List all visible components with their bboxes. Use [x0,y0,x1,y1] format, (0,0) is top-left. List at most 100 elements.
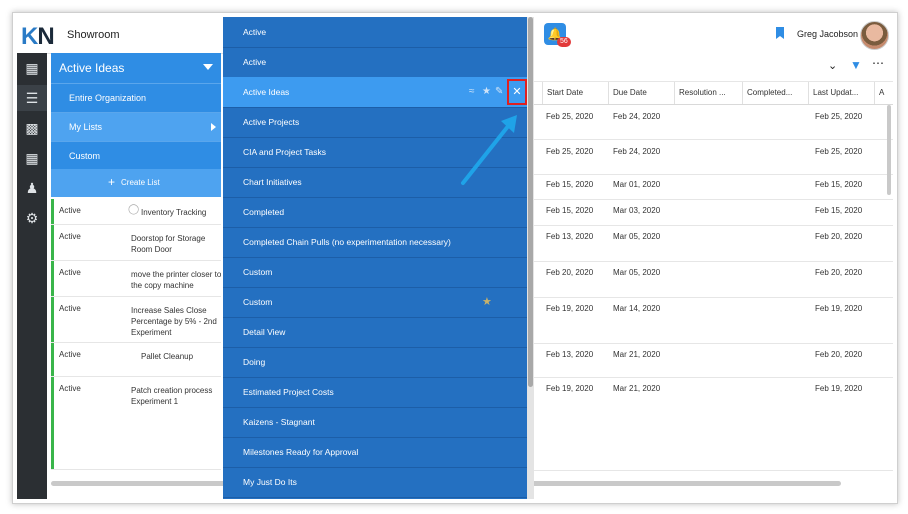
vertical-scrollbar[interactable] [887,105,891,195]
favorite-star-icon[interactable]: ★ [482,295,492,308]
list-selector-panel: Active Ideas Entire Organization My List… [51,53,221,199]
dropdown-item[interactable]: Doing [223,347,527,378]
row-title[interactable]: Doorstop for Storage Room Door [131,233,223,255]
status-bar [51,343,54,376]
dropdown-item[interactable]: Detail View [223,317,527,348]
dropdown-item[interactable]: Active [223,17,527,48]
table-row[interactable]: Active Patch creation process Experiment … [51,377,221,470]
list-selector-header[interactable]: Active Ideas [51,53,221,83]
row-title[interactable]: Increase Sales Close Percentage by 5% - … [131,305,223,338]
status-bar [51,199,54,224]
table-row[interactable]: Active ◯ Inventory Tracking [51,199,221,225]
cell-start-date: Feb 20, 2020 [546,268,594,277]
cell-due-date: Mar 05, 2020 [613,232,661,241]
column-header-a[interactable]: A [874,82,893,104]
status-bar [51,261,54,296]
table-row[interactable]: Feb 20, 2020 Mar 05, 2020 Feb 20, 2020 [532,262,893,298]
table-row[interactable]: Feb 19, 2020 Mar 14, 2020 Feb 19, 2020 [532,298,893,344]
dropdown-item[interactable]: Milestones Ready for Approval [223,437,527,468]
cell-start-date: Feb 15, 2020 [546,206,594,215]
column-header-last-updated[interactable]: Last Updat... [808,82,873,104]
row-status: Active [59,350,81,359]
row-status: Active [59,268,81,277]
cell-due-date: Mar 21, 2020 [613,384,661,393]
cell-last-updated: Feb 20, 2020 [815,232,863,241]
table-row[interactable]: Active Doorstop for Storage Room Door [51,225,221,261]
table-row[interactable]: Active Increase Sales Close Percentage by… [51,297,221,343]
chevron-down-icon[interactable]: ⌄ [828,59,837,72]
table-row[interactable]: Feb 15, 2020 Mar 01, 2020 Feb 15, 2020 [532,175,893,200]
dropdown-item[interactable]: Completed [223,197,527,228]
row-title[interactable]: Pallet Cleanup [141,351,233,362]
pencil-edit-icon[interactable]: ✎ [495,86,503,97]
list-scope-entire-organization[interactable]: Entire Organization [51,83,221,112]
dropdown-item[interactable]: Kaizens - Stagnant [223,407,527,438]
table-row[interactable]: Feb 25, 2020 Feb 24, 2020 Feb 25, 2020 [532,105,893,140]
settings-gear-icon[interactable]: ⚙ [17,205,47,231]
analytics-icon[interactable]: ▩ [17,115,47,141]
dropdown-item[interactable]: Active [223,47,527,78]
dropdown-item-label: Doing [243,357,266,367]
dropdown-item-label: Active [243,57,267,67]
app-logo[interactable]: KN [21,23,55,51]
column-header-due-date[interactable]: Due Date [608,82,673,104]
table-row[interactable]: Feb 25, 2020 Feb 24, 2020 Feb 25, 2020 [532,140,893,175]
row-title[interactable]: Inventory Tracking [141,207,233,218]
more-options-icon[interactable]: ⋯ [872,56,884,70]
cell-start-date: Feb 13, 2020 [546,232,594,241]
table-row[interactable]: Feb 19, 2020 Mar 21, 2020 Feb 19, 2020 [532,378,893,471]
table-row[interactable]: Feb 13, 2020 Mar 21, 2020 Feb 20, 2020 [532,344,893,378]
column-header-completed[interactable]: Completed... [742,82,807,104]
list-icon[interactable]: ☰ [17,85,47,111]
logo-k: K [21,23,38,50]
dropdown-item[interactable]: My Just Do Its [223,467,527,498]
list-scope-my-lists[interactable]: My Lists [51,112,221,141]
cell-due-date: Feb 24, 2020 [613,112,661,121]
row-status: Active [59,206,81,215]
dropdown-item-label: Completed Chain Pulls (no experimentatio… [243,237,451,247]
cell-start-date: Feb 19, 2020 [546,304,594,313]
table-row[interactable]: Feb 13, 2020 Mar 05, 2020 Feb 20, 2020 [532,226,893,262]
calendar-icon[interactable]: ▦ [17,145,47,171]
star-icon[interactable]: ★ [482,86,491,97]
column-header-start-date[interactable]: Start Date [542,82,607,104]
dropdown-item[interactable]: Estimated Project Costs [223,377,527,408]
dropdown-item-active-ideas[interactable]: Active Ideas ≈ ★ ✎ ✕ [223,77,527,108]
table-row[interactable]: Active move the printer closer to the cop… [51,261,221,297]
app-name: Showroom [67,29,120,41]
dropdown-item[interactable]: Custom ★ [223,287,527,318]
dropdown-item-label: Milestones Ready for Approval [243,447,359,457]
avatar[interactable] [860,21,889,50]
dropdown-item[interactable]: Completed Chain Pulls (no experimentatio… [223,227,527,258]
chevron-down-icon[interactable] [203,64,213,70]
bookmark-icon[interactable] [776,27,784,39]
row-status: Active [59,384,81,393]
cell-due-date: Mar 03, 2020 [613,206,661,215]
ideas-grid-right: ⌄ ▼ ⋯ Start Date Due Date Resolution ...… [532,53,893,499]
filter-icon[interactable]: ▼ [850,58,862,72]
dropdown-item-label: Custom [243,297,273,307]
dropdown-item[interactable]: Custom [223,257,527,288]
create-list-button[interactable]: + Create List [51,169,221,197]
people-icon[interactable]: ♟ [17,175,47,201]
table-row[interactable]: Feb 15, 2020 Mar 03, 2020 Feb 15, 2020 [532,200,893,226]
user-name[interactable]: Greg Jacobson [797,29,858,39]
list-scope-custom[interactable]: Custom [51,141,221,170]
current-list-title: Active Ideas [59,61,125,75]
logo-n: N [37,23,54,50]
dropdown-scrollbar-thumb[interactable] [528,17,533,387]
apps-grid-icon[interactable]: ▦ [17,55,47,81]
saved-lists-dropdown: Active Active Active Ideas ≈ ★ ✎ ✕ Activ… [223,17,527,499]
close-icon[interactable]: ✕ [507,79,527,105]
cell-due-date: Mar 05, 2020 [613,268,661,277]
row-title[interactable]: move the printer closer to the copy mach… [131,269,223,291]
dropdown-scrollbar[interactable] [527,17,534,499]
row-status: Active [59,232,81,241]
cell-due-date: Feb 24, 2020 [613,147,661,156]
table-row[interactable]: Active Pallet Cleanup [51,343,221,377]
pointer-arrow-icon [461,115,517,185]
cell-last-updated: Feb 15, 2020 [815,206,863,215]
column-header-resolution[interactable]: Resolution ... [674,82,741,104]
rss-feed-icon[interactable]: ≈ [469,86,475,97]
row-title[interactable]: Patch creation process Experiment 1 [131,385,223,407]
